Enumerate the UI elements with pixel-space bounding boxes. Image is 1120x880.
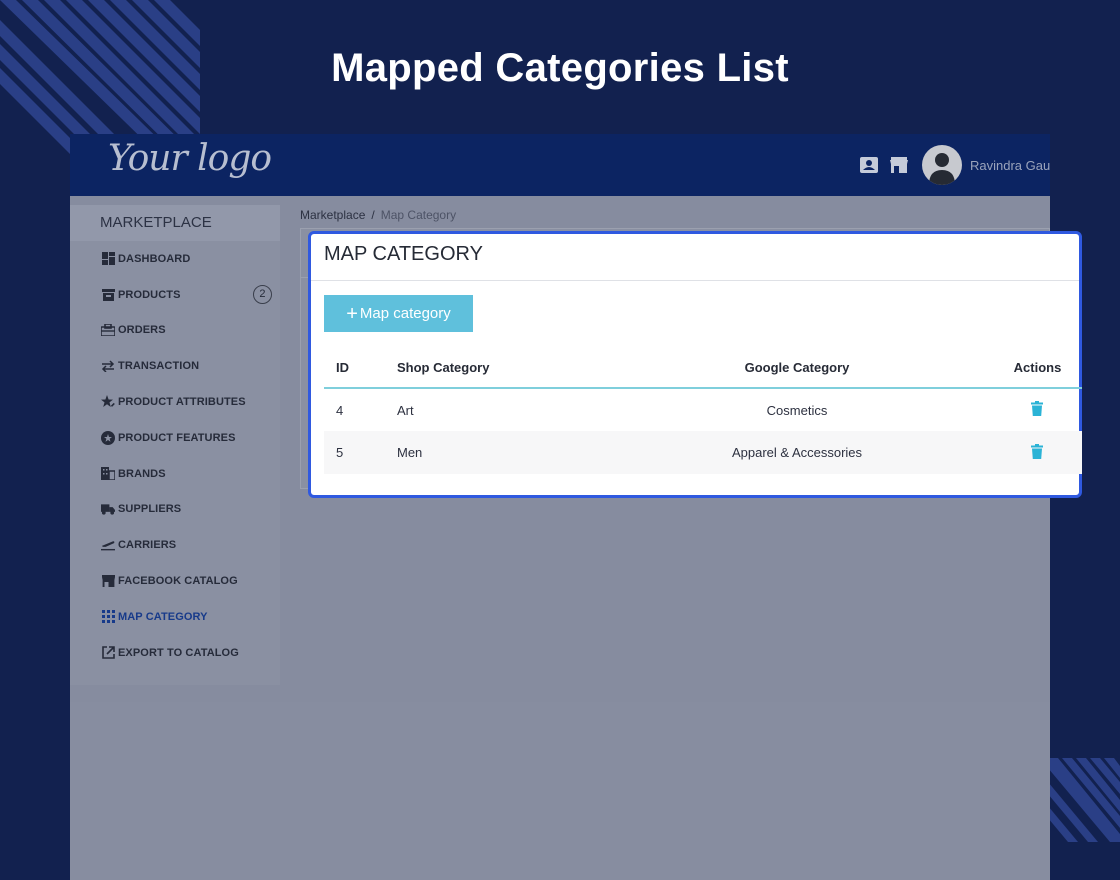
star-circle-icon: [101, 430, 115, 445]
swap-arrows-icon: [101, 359, 115, 373]
cell-actions: [1001, 431, 1082, 474]
sidebar-item-dashboard[interactable]: DASHBOARD: [70, 241, 280, 277]
cell-id: 4: [336, 402, 344, 418]
sidebar-item-export-to-catalog[interactable]: EXPORT TO CATALOG: [70, 635, 280, 671]
sidebar-item-product-attributes[interactable]: PRODUCT ATTRIBUTES: [70, 384, 280, 420]
sidebar-item-brands[interactable]: BRANDS: [70, 456, 280, 492]
table-row: 4 Art Cosmetics: [324, 388, 1082, 431]
sidebar-item-label: BRANDS: [118, 467, 166, 480]
cell-actions: [1001, 388, 1082, 431]
column-header-shop-category[interactable]: Shop Category: [397, 348, 593, 389]
plus-icon: +: [346, 302, 358, 325]
sidebar-item-orders[interactable]: ORDERS: [70, 313, 280, 349]
table-row: 5 Men Apparel & Accessories: [324, 431, 1082, 474]
user-avatar-icon[interactable]: [922, 145, 962, 185]
external-link-icon: [101, 646, 115, 660]
cell-shop-category: Art: [397, 402, 414, 418]
breadcrumb: Marketplace / Map Category: [300, 208, 456, 222]
plane-takeoff-icon: [101, 538, 115, 552]
column-header-id[interactable]: ID: [324, 348, 397, 389]
grid-dots-icon: [101, 610, 115, 624]
sidebar-item-label: EXPORT TO CATALOG: [118, 646, 239, 659]
sidebar-item-product-features[interactable]: PRODUCT FEATURES: [70, 420, 280, 456]
sidebar-item-carriers[interactable]: CARRIERS: [70, 527, 280, 563]
cell-id: 5: [324, 431, 397, 474]
cell-google-category: Cosmetics: [766, 402, 828, 418]
store-icon[interactable]: [890, 156, 908, 174]
sidebar-item-label: ORDERS: [118, 324, 166, 337]
footer-area: [70, 702, 1050, 880]
map-category-button[interactable]: + Map category: [324, 295, 473, 332]
sidebar-item-suppliers[interactable]: SUPPLIERS: [70, 492, 280, 528]
sidebar-item-label: PRODUCT FEATURES: [118, 431, 236, 444]
sidebar-item-label: SUPPLIERS: [118, 503, 182, 516]
contact-card-icon[interactable]: [860, 156, 878, 174]
logo[interactable]: Your logo: [108, 138, 272, 179]
star-edit-icon: [101, 395, 115, 409]
breadcrumb-current: Map Category: [380, 208, 457, 222]
column-header-actions: Actions: [1001, 348, 1082, 389]
breadcrumb-root[interactable]: Marketplace: [300, 208, 365, 222]
sidebar-title: MARKETPLACE: [70, 205, 280, 241]
cell-shop-category: Men: [397, 431, 593, 474]
archive-icon: [101, 288, 115, 302]
username[interactable]: Ravindra Gaut: [970, 158, 1050, 173]
topbar-actions: Ravindra Gaut: [860, 142, 1050, 188]
map-category-panel: MAP CATEGORY + Map category ID Shop Cate…: [308, 231, 1082, 498]
column-header-google-category[interactable]: Google Category: [593, 348, 1001, 389]
breadcrumb-separator: /: [371, 208, 375, 222]
sidebar-item-label: DASHBOARD: [118, 252, 191, 265]
sidebar-item-label: FACEBOOK CATALOG: [118, 575, 238, 588]
table-header-row: ID Shop Category Google Category Actions: [324, 348, 1082, 389]
top-navbar: Your logo Ravindra Gaut: [70, 134, 1050, 196]
sidebar-item-transaction[interactable]: TRANSACTION: [70, 348, 280, 384]
sidebar-item-label: CARRIERS: [118, 539, 177, 552]
sidebar-item-products[interactable]: PRODUCTS 2: [70, 277, 280, 313]
sidebar-item-label: TRANSACTION: [118, 360, 200, 373]
map-category-button-label: Map category: [359, 305, 451, 322]
mapped-categories-table: ID Shop Category Google Category Actions…: [324, 348, 1082, 474]
truck-icon: [101, 502, 115, 516]
panel-title: MAP CATEGORY: [311, 234, 1079, 281]
trash-icon[interactable]: [1030, 401, 1045, 417]
sidebar-item-label: PRODUCT ATTRIBUTES: [118, 396, 246, 409]
page-heading: Mapped Categories List: [331, 46, 789, 90]
store-icon: [101, 574, 115, 588]
sidebar: MARKETPLACE DASHBOARD PRODUCTS 2 ORDERS …: [70, 205, 280, 685]
dashboard-icon: [101, 252, 115, 266]
trash-icon[interactable]: [1030, 443, 1045, 460]
orders-icon: [101, 323, 115, 337]
sidebar-item-label: PRODUCTS: [118, 288, 181, 301]
sidebar-item-facebook-catalog[interactable]: FACEBOOK CATALOG: [70, 563, 280, 599]
products-count-badge: 2: [253, 284, 272, 304]
cell-google-category: Apparel & Accessories: [593, 431, 1001, 474]
building-icon: [101, 467, 115, 481]
decorative-stripes-bottom-right: [1048, 758, 1120, 842]
sidebar-item-label: MAP CATEGORY: [118, 610, 208, 623]
sidebar-item-map-category[interactable]: MAP CATEGORY: [70, 599, 280, 635]
